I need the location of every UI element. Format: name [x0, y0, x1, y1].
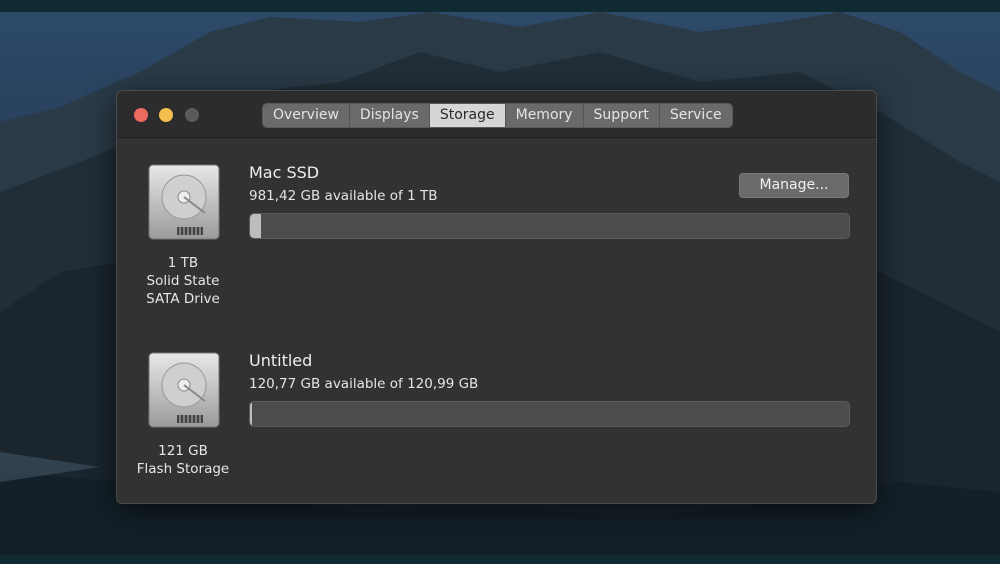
top-letterbox [0, 0, 1000, 12]
bottom-letterbox [0, 555, 1000, 564]
tab-displays[interactable]: Displays [349, 104, 430, 127]
drive-description: 121 GB Flash Storage [128, 442, 238, 478]
tab-memory[interactable]: Memory [505, 104, 584, 127]
tab-overview[interactable]: Overview [263, 104, 350, 127]
drive-type: Flash Storage [136, 461, 230, 477]
volume-name: Mac SSD [249, 163, 320, 182]
volume-availability: 120,77 GB available of 120,99 GB [249, 376, 479, 392]
drive-capacity: 121 GB [158, 443, 208, 459]
drive-type: Solid State [146, 273, 220, 289]
storage-usage-bar [249, 213, 850, 239]
tab-bar: Overview Displays Storage Memory Support… [262, 103, 733, 128]
zoom-button[interactable] [185, 108, 199, 122]
close-button[interactable] [134, 108, 148, 122]
minimize-button[interactable] [159, 108, 173, 122]
window-titlebar: Overview Displays Storage Memory Support… [117, 91, 876, 138]
hard-drive-icon [148, 164, 220, 240]
drive-description: 1 TB Solid State SATA Drive [128, 254, 238, 308]
tab-service[interactable]: Service [659, 104, 732, 127]
hard-drive-icon [148, 352, 220, 428]
volume-availability: 981,42 GB available of 1 TB [249, 188, 438, 204]
drive-capacity: 1 TB [167, 255, 199, 271]
storage-usage-bar [249, 401, 850, 427]
about-this-mac-window: Overview Displays Storage Memory Support… [116, 90, 877, 504]
drive-interface: SATA Drive [146, 291, 220, 307]
storage-usage-fill [250, 214, 261, 238]
tab-storage[interactable]: Storage [429, 104, 506, 127]
volume-name: Untitled [249, 351, 313, 370]
storage-usage-fill [250, 402, 252, 426]
tab-support[interactable]: Support [583, 104, 660, 127]
manage-button[interactable]: Manage... [739, 173, 849, 198]
